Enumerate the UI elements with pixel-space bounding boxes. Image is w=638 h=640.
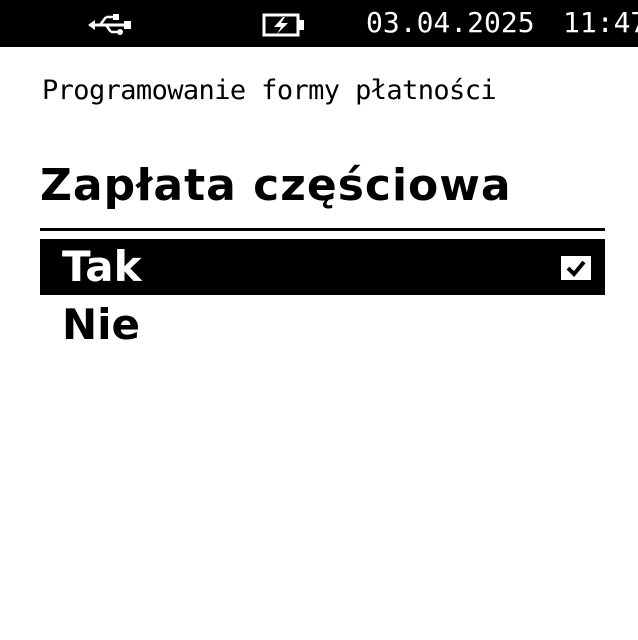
- screen-subtitle: Programowanie formy płatności: [42, 75, 497, 106]
- page-title: Zapłata częściowa: [40, 160, 512, 211]
- option-nie[interactable]: Nie: [40, 297, 605, 353]
- option-label: Tak: [62, 242, 142, 291]
- usb-icon: [88, 14, 131, 35]
- title-divider: [40, 228, 605, 231]
- option-tak[interactable]: Tak: [40, 239, 605, 295]
- checkmark-icon: [561, 256, 591, 280]
- status-bar: 03.04.2025 11:47: [0, 0, 638, 47]
- battery-charging-icon: [262, 13, 304, 37]
- device-screen: 03.04.2025 11:47 Programowanie formy pła…: [0, 0, 638, 640]
- option-label: Nie: [62, 300, 141, 349]
- status-date: 03.04.2025: [366, 6, 535, 39]
- status-time: 11:47: [563, 6, 638, 39]
